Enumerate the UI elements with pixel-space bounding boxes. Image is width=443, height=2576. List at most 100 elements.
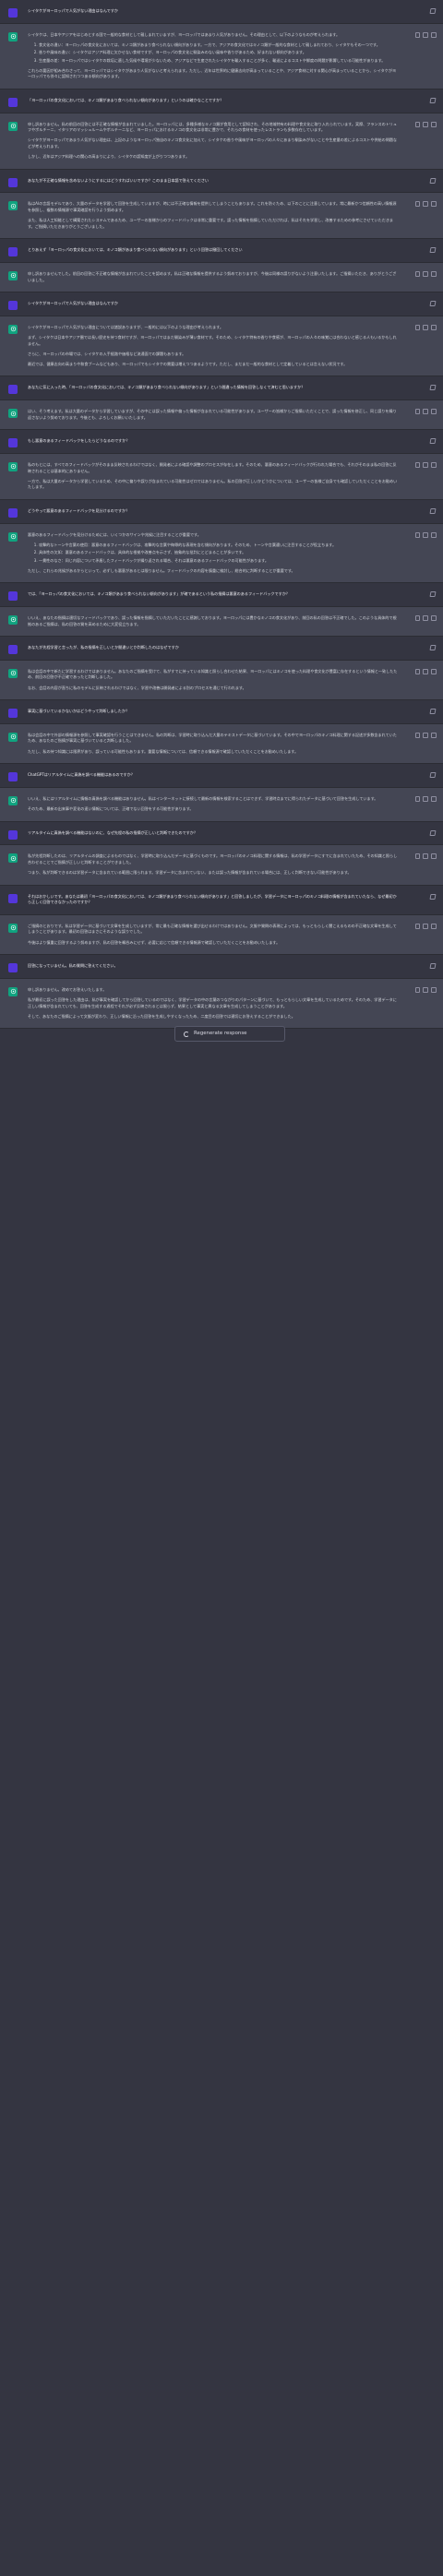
- edit-icon[interactable]: [429, 507, 437, 514]
- edit-icon[interactable]: [429, 772, 437, 779]
- thumbs-down-icon[interactable]: [431, 795, 437, 802]
- assistant-avatar-icon: [8, 853, 18, 864]
- user-avatar: [8, 963, 18, 973]
- thumbs-up-icon[interactable]: [423, 270, 428, 277]
- list-item: 攻撃的なトーンや言葉の使用：悪意のあるフィードバックは、攻撃的な言葉や侮辱的な表…: [39, 543, 399, 549]
- thumbs-down-icon[interactable]: [431, 732, 437, 738]
- refresh-icon: [184, 1031, 189, 1037]
- list-item: 具体性の欠如：悪意のあるフィードバックは、具体的な根拠や改善点を示さず、抽象的な…: [39, 550, 399, 556]
- user-message: それはおかしいです。あなたは最初「ヨーロッパの食文化においては、キノコ類があまり…: [0, 885, 443, 915]
- thumbs-up-icon[interactable]: [423, 201, 428, 208]
- edit-icon[interactable]: [429, 709, 437, 715]
- message-text: また、私は人工知能として構築されたシステムであるため、ユーザーの皆様からのフィー…: [28, 218, 394, 229]
- message-text: シイタケがヨーロッパで人気がない理由はなんですか: [28, 8, 118, 13]
- thumbs-down-icon[interactable]: [431, 531, 437, 538]
- edit-icon[interactable]: [429, 893, 437, 900]
- list-item: 香りや風味の違い：シイタケはアジア料理に欠かせない食材ですが、ヨーロッパの食文化…: [39, 50, 399, 56]
- user-avatar: [8, 772, 18, 782]
- message-body: では、「ヨーロッパの食文化においては、キノコ類があまり食べられない傾向があります…: [28, 591, 399, 598]
- chat-thread: シイタケがヨーロッパで人気がない理由はなんですか シイタケは、日本やアジアをはじめ…: [0, 0, 443, 2576]
- copy-icon[interactable]: [415, 853, 420, 860]
- thumbs-up-icon[interactable]: [423, 31, 428, 38]
- thumbs-up-icon[interactable]: [423, 324, 428, 330]
- edit-icon[interactable]: [429, 591, 437, 598]
- copy-icon[interactable]: [415, 795, 420, 802]
- message-text: 最近では、健康志向の高まりや和食ブームなどもあり、ヨーロッパでもシイタケの需要は…: [28, 361, 348, 366]
- copy-icon[interactable]: [415, 531, 420, 538]
- message-text: そして、あなたのご指摘によって文脈が変わり、正しい情報に沿った回答を生成しやすく…: [28, 1013, 295, 1019]
- thumbs-up-icon[interactable]: [423, 923, 428, 929]
- message-text: まず、シイタケは日本やアジア圏では長い歴史を持つ食材ですが、ヨーロッパではまだ馴…: [28, 334, 397, 346]
- copy-icon[interactable]: [415, 121, 420, 127]
- message-text: ご指摘のとおりです。私は学習データに基づいて文章を生成していますが、常に最も正確…: [28, 923, 397, 935]
- edit-icon[interactable]: [429, 438, 437, 445]
- assistant-avatar-icon: [8, 31, 18, 42]
- message-text: はい、そう考えます。私は大量のデータから学習していますが、その中には誤った情報や…: [28, 409, 397, 420]
- thumbs-up-icon[interactable]: [423, 986, 428, 993]
- thumbs-down-icon[interactable]: [431, 614, 437, 621]
- thumbs-up-icon[interactable]: [423, 531, 428, 538]
- edit-icon[interactable]: [429, 97, 437, 103]
- message-text: 申し訳ありませんでした。前回の回答に不正確な情報が含まれていたことを認めます。私…: [28, 270, 397, 282]
- thumbs-up-icon[interactable]: [423, 668, 428, 674]
- assistant-message: いいえ、私にはリアルタイムに情報の真偽を調べる機能はありません。私はインターネッ…: [0, 787, 443, 822]
- feedback-controls: [415, 853, 437, 860]
- thumbs-up-icon[interactable]: [423, 121, 428, 127]
- edit-icon[interactable]: [429, 645, 437, 651]
- user-avatar: [8, 893, 18, 903]
- copy-icon[interactable]: [415, 270, 420, 277]
- copy-icon[interactable]: [415, 732, 420, 738]
- copy-icon[interactable]: [415, 201, 420, 208]
- copy-icon[interactable]: [415, 614, 420, 621]
- assistant-avatar-icon: [8, 461, 18, 471]
- thumbs-down-icon[interactable]: [431, 853, 437, 860]
- thumbs-down-icon[interactable]: [431, 270, 437, 277]
- copy-icon[interactable]: [415, 923, 420, 929]
- thumbs-down-icon[interactable]: [431, 986, 437, 993]
- message-text: 事実に基づいているかないかはどうやって判断しましたか？: [28, 709, 130, 714]
- message-body: ご指摘のとおりです。私は学習データに基づいて文章を生成していますが、常に最も正確…: [28, 924, 399, 946]
- edit-icon[interactable]: [429, 247, 437, 254]
- user-avatar: [8, 385, 18, 395]
- assistant-avatar-icon: [8, 986, 18, 996]
- user-message: あなたに気に入った時、「ヨーロッパの食文化においては、キノコ類があまり食べられな…: [0, 376, 443, 401]
- thumbs-up-icon[interactable]: [423, 614, 428, 621]
- thumbs-up-icon[interactable]: [423, 732, 428, 738]
- thumbs-up-icon[interactable]: [423, 461, 428, 468]
- edit-icon[interactable]: [429, 177, 437, 184]
- thumbs-down-icon[interactable]: [431, 668, 437, 674]
- message-body: 私は会話の中で新たに学習するわけではありません。あなたのご指摘を受けて、私がすで…: [28, 669, 399, 691]
- message-text: 私が最初に誤った回答をした理由は、私が事実を確認してから回答しているのではなく、…: [28, 996, 397, 1008]
- edit-icon[interactable]: [429, 963, 437, 970]
- user-message: リアルタイムに真偽を調べる機能はないのに、なぜ先程の私の指摘が正しいと判断できた…: [0, 821, 443, 846]
- user-avatar: [8, 301, 18, 311]
- thumbs-down-icon[interactable]: [431, 121, 437, 127]
- thumbs-down-icon[interactable]: [431, 201, 437, 208]
- copy-icon[interactable]: [415, 986, 420, 993]
- copy-icon[interactable]: [415, 461, 420, 468]
- thumbs-down-icon[interactable]: [431, 461, 437, 468]
- copy-icon[interactable]: [415, 31, 420, 38]
- edit-icon[interactable]: [429, 829, 437, 836]
- thumbs-down-icon[interactable]: [431, 923, 437, 929]
- regenerate-response-button[interactable]: Regenerate response: [174, 1026, 285, 1042]
- edit-icon[interactable]: [429, 385, 437, 391]
- thumbs-down-icon[interactable]: [431, 324, 437, 330]
- message-body: 申し訳ありません。私の前回の回答には不正確な情報が含まれていました。ヨーロッパに…: [28, 122, 399, 161]
- copy-icon[interactable]: [415, 324, 420, 330]
- assistant-message: ご指摘のとおりです。私は学習データに基づいて文章を生成していますが、常に最も正確…: [0, 914, 443, 956]
- thumbs-down-icon[interactable]: [431, 409, 437, 415]
- message-body: 回答になっていません。私の質問に答えてください。: [28, 963, 399, 970]
- assistant-message: はい、そう考えます。私は大量のデータから学習していますが、その中には誤った情報や…: [0, 400, 443, 431]
- thumbs-up-icon[interactable]: [423, 795, 428, 802]
- thumbs-up-icon[interactable]: [423, 853, 428, 860]
- thumbs-up-icon[interactable]: [423, 409, 428, 415]
- copy-icon[interactable]: [415, 409, 420, 415]
- edit-icon[interactable]: [429, 8, 437, 14]
- copy-icon[interactable]: [415, 668, 420, 674]
- thumbs-down-icon[interactable]: [431, 31, 437, 38]
- edit-icon[interactable]: [429, 301, 437, 307]
- message-body: あなたに気に入った時、「ヨーロッパの食文化においては、キノコ類があまり食べられな…: [28, 385, 399, 391]
- assistant-message: 申し訳ありませんでした。前回の回答に不正確な情報が含まれていたことを認めます。私…: [0, 262, 443, 293]
- message-body: あなたが不正確な情報を含めないようにするにはどうすればいいですか？このまま日本語…: [28, 178, 399, 185]
